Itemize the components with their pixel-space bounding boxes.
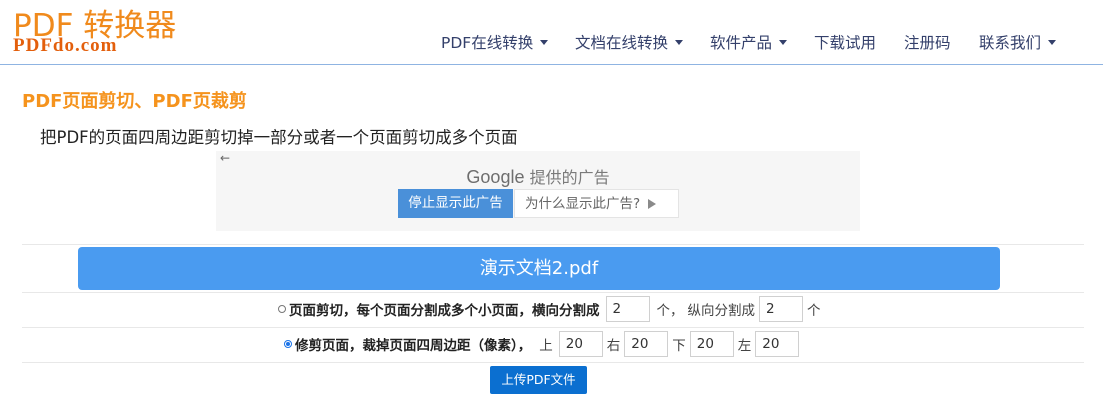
option-trim-page[interactable]: 修剪页面，裁掉页面四周边距（像素）， 上 右 下 左 <box>284 330 800 358</box>
nav-contact-us[interactable]: 联系我们 <box>979 31 1057 55</box>
radio-trim-page[interactable] <box>284 340 292 348</box>
logo-subtitle[interactable]: PDFdo.com <box>13 35 118 57</box>
chevron-down-icon <box>540 40 549 45</box>
vertical-unit-label: 个 <box>807 303 821 319</box>
margin-bottom-input[interactable] <box>689 331 734 357</box>
ad-provider-text: Google 提供的广告 <box>216 164 860 188</box>
option-page-cut[interactable]: 页面剪切，每个页面分割成多个小页面，横向分割成 个， 纵向分割成 个 <box>278 295 821 323</box>
ad-panel: ← Google 提供的广告 停止显示此广告 为什么显示此广告? <box>216 151 860 231</box>
nav-label: 文档在线转换 <box>575 34 669 52</box>
divider <box>22 362 1084 363</box>
nav-label: PDF在线转换 <box>441 34 534 52</box>
page-description: 把PDF的页面四周边距剪切掉一部分或者一个页面剪切成多个页面 <box>40 128 518 147</box>
back-arrow-icon[interactable]: ← <box>220 151 230 165</box>
nav-pdf-online-convert[interactable]: PDF在线转换 <box>441 31 549 55</box>
margin-left-label: 左 <box>737 338 752 354</box>
divider <box>22 292 1084 293</box>
chevron-down-icon <box>1048 40 1057 45</box>
nav-doc-online-convert[interactable]: 文档在线转换 <box>575 31 684 55</box>
nav-label: 软件产品 <box>710 34 773 52</box>
ad-provider-label: 提供的广告 <box>529 168 610 187</box>
nav-label: 注册码 <box>904 34 951 52</box>
divider <box>22 327 1084 328</box>
nav-registration-code[interactable]: 注册码 <box>904 31 951 55</box>
chevron-down-icon <box>675 40 684 45</box>
margin-top-input[interactable] <box>558 331 603 357</box>
selected-file-bar[interactable]: 演示文档2.pdf <box>78 247 1000 290</box>
page-title: PDF页面剪切、PDF页裁剪 <box>22 91 247 112</box>
why-this-ad-label: 为什么显示此广告? <box>525 196 641 212</box>
chevron-down-icon <box>779 40 788 45</box>
vertical-split-input[interactable] <box>759 296 803 322</box>
margin-left-input[interactable] <box>755 331 800 357</box>
nav-software-products[interactable]: 软件产品 <box>710 31 788 55</box>
radio-page-cut[interactable] <box>278 305 286 313</box>
margin-right-input[interactable] <box>624 331 669 357</box>
nav-label: 下载试用 <box>814 34 877 52</box>
nav-label: 联系我们 <box>979 34 1042 52</box>
option-trim-page-label: 修剪页面，裁掉页面四周边距（像素）， <box>295 338 532 354</box>
option-page-cut-label: 页面剪切，每个页面分割成多个小页面，横向分割成 <box>289 303 600 319</box>
margin-right-label: 右 <box>606 338 621 354</box>
header-divider <box>0 64 1103 65</box>
why-this-ad-button[interactable]: 为什么显示此广告? <box>514 189 679 218</box>
margin-bottom-label: 下 <box>672 338 686 354</box>
nav-download-trial[interactable]: 下载试用 <box>814 31 876 55</box>
stop-showing-ad-button[interactable]: 停止显示此广告 <box>398 189 513 218</box>
google-logo: Google <box>466 167 525 187</box>
divider <box>22 244 1084 245</box>
horizontal-split-input[interactable] <box>605 296 650 322</box>
horizontal-unit-label: 个， <box>656 303 684 319</box>
upload-pdf-button[interactable]: 上传PDF文件 <box>490 366 587 394</box>
ad-choices-icon <box>648 199 657 209</box>
margin-top-label: 上 <box>539 338 553 354</box>
vertical-split-label: 纵向分割成 <box>687 303 756 319</box>
